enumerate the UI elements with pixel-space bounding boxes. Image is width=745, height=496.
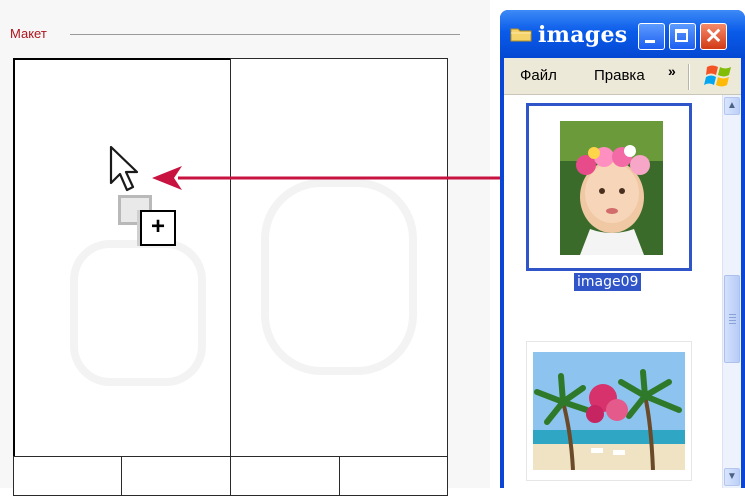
scroll-down-icon[interactable]: ▼	[724, 468, 740, 486]
scroll-up-icon[interactable]: ▲	[724, 97, 740, 115]
file-name-label[interactable]: image09	[574, 273, 642, 291]
maximize-icon[interactable]	[669, 23, 696, 50]
plus-icon: +	[140, 210, 176, 246]
layout-cell-target[interactable]	[13, 58, 232, 458]
layout-panel: Макет +	[0, 0, 490, 496]
menu-overflow-chevron[interactable]: »	[668, 63, 676, 79]
drag-copy-plus-icon: +	[118, 195, 188, 255]
vertical-scrollbar[interactable]: ▲ ▼	[722, 95, 741, 488]
menu-divider	[688, 64, 690, 90]
title-bar[interactable]: images ✕	[500, 10, 745, 58]
drag-direction-arrow	[152, 166, 540, 190]
layout-title: Макет	[10, 26, 53, 42]
folder-icon	[510, 28, 532, 42]
layout-cell-bottom-3[interactable]	[230, 456, 341, 496]
ghost-placeholder-shape	[261, 179, 417, 375]
layout-cell-bottom-1[interactable]	[13, 456, 122, 496]
layout-cell-bottom-4[interactable]	[339, 456, 448, 496]
cursor-arrow-icon	[109, 145, 139, 192]
ghost-placeholder-shape	[70, 240, 206, 386]
scrollbar-thumb[interactable]	[724, 275, 740, 363]
layout-cell-right[interactable]	[230, 58, 448, 458]
minimize-icon[interactable]	[638, 23, 665, 50]
layout-title-rule	[70, 34, 460, 35]
windows-logo	[704, 65, 731, 87]
menu-edit[interactable]: Правка	[594, 67, 652, 84]
menu-bar: Файл Правка »	[504, 58, 741, 95]
layout-grid	[13, 58, 448, 496]
file-view[interactable]: image09 ▲ ▼	[504, 95, 741, 488]
window-title: images	[538, 22, 628, 48]
tropical-beach-palms-photo	[533, 352, 685, 470]
layout-cell-bottom-2[interactable]	[121, 456, 232, 496]
file-thumbnail-selected[interactable]	[526, 103, 692, 271]
close-icon[interactable]: ✕	[700, 23, 727, 50]
menu-file[interactable]: Файл	[520, 67, 557, 84]
girl-flower-crown-photo	[560, 121, 663, 255]
file-thumbnail[interactable]	[526, 341, 692, 481]
explorer-window[interactable]: images ✕ Файл Правка » image09 ▲ ▼	[500, 10, 745, 488]
